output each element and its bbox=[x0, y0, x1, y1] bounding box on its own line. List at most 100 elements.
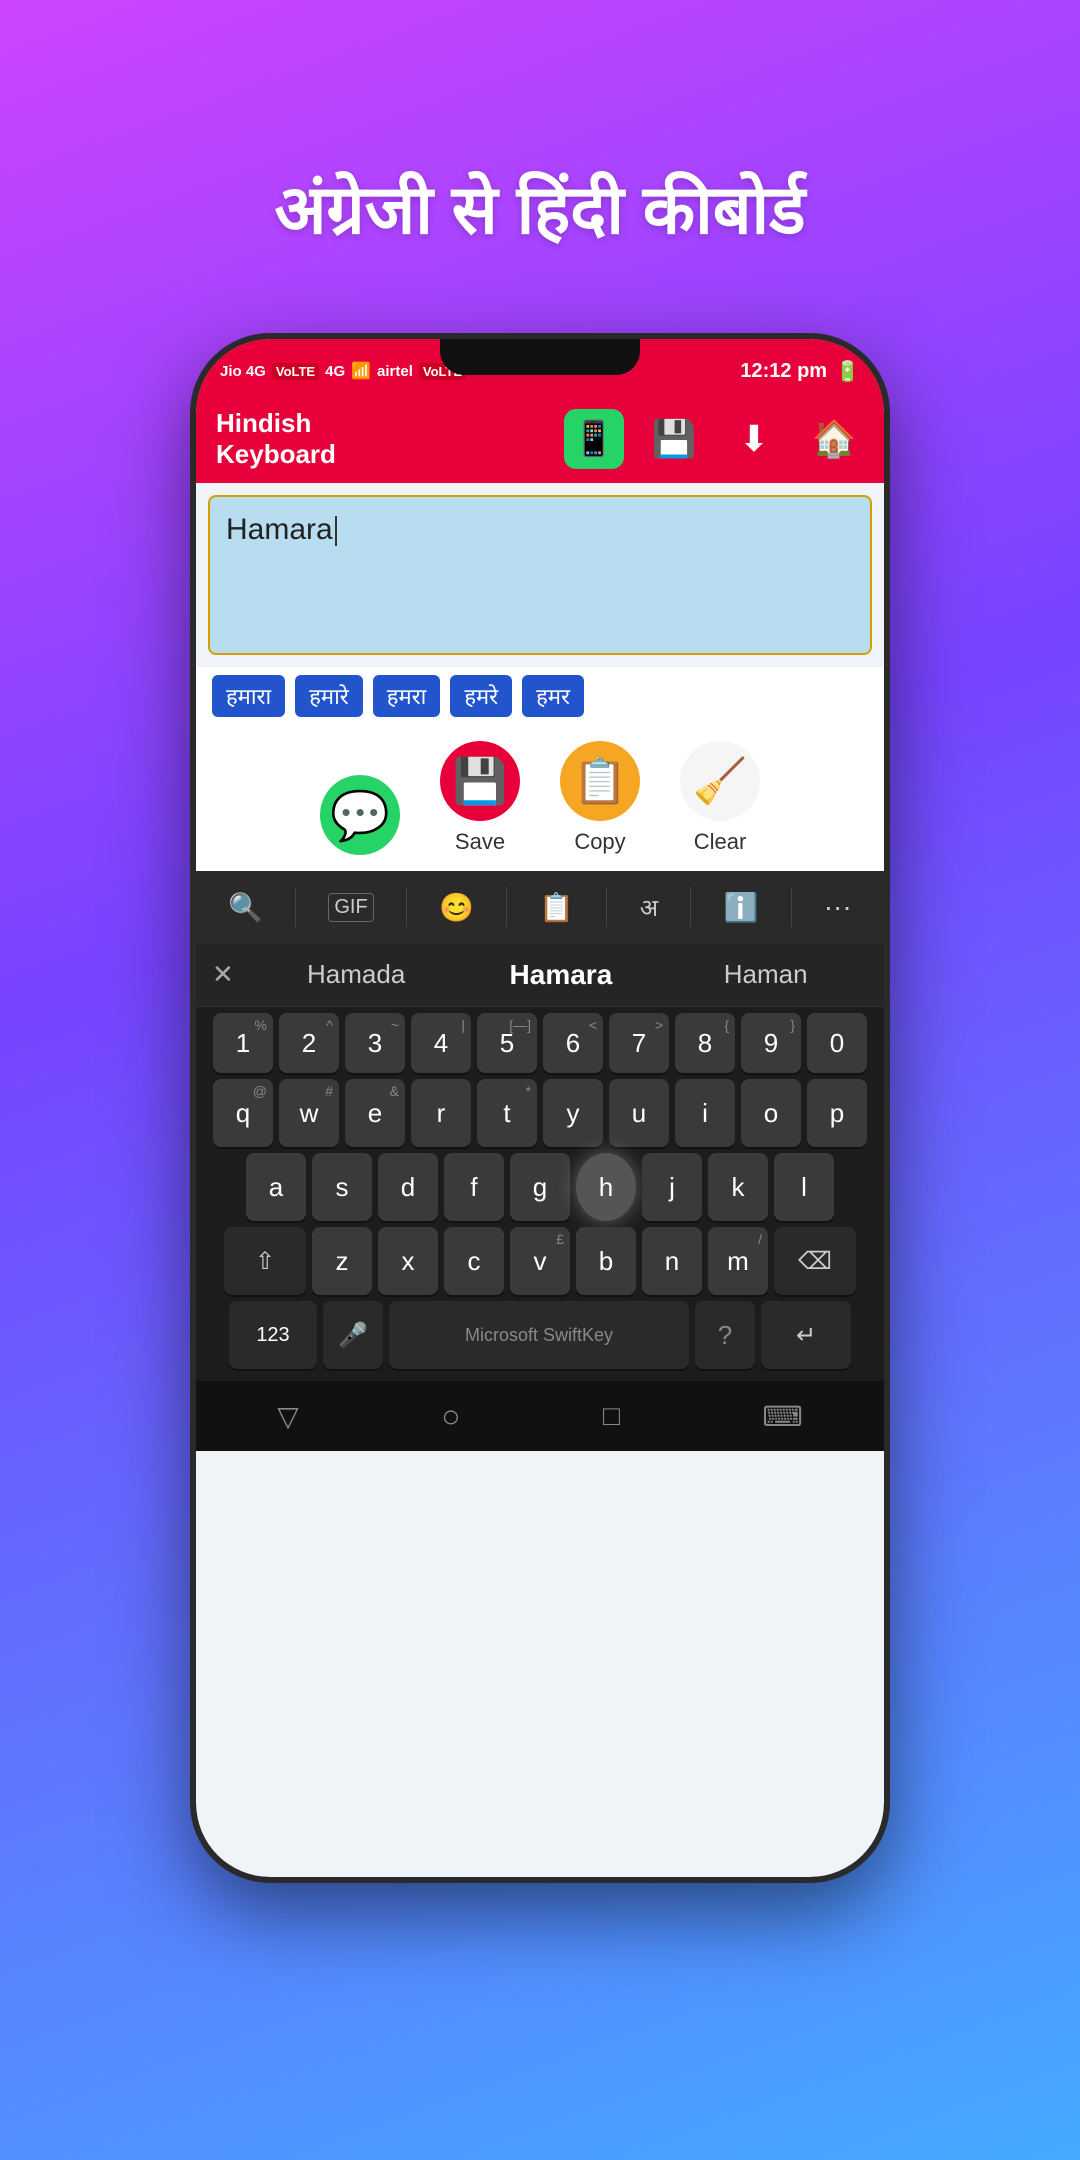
key-9[interactable]: }9 bbox=[741, 1013, 801, 1073]
key-2[interactable]: ^2 bbox=[279, 1013, 339, 1073]
suggestions-bar: हमारा हमारे हमरा हमरे हमर bbox=[196, 667, 884, 725]
key-u[interactable]: u bbox=[609, 1079, 669, 1147]
key-q[interactable]: @q bbox=[213, 1079, 273, 1147]
toolbar-search-icon[interactable]: 🔍 bbox=[228, 891, 263, 924]
suggestion-1[interactable]: हमारा bbox=[212, 675, 285, 717]
save-header-btn[interactable]: 💾 bbox=[644, 409, 704, 469]
z-row: ⇧ z x c £v b n /m ⌫ bbox=[200, 1227, 880, 1295]
copy-label: Copy bbox=[574, 829, 625, 855]
suggestion-4[interactable]: हमरे bbox=[450, 675, 512, 717]
key-0[interactable]: 0 bbox=[807, 1013, 867, 1073]
key-1[interactable]: %1 bbox=[213, 1013, 273, 1073]
key-g[interactable]: g bbox=[510, 1153, 570, 1221]
action-area: 💬 💾 Save 📋 Copy 🧹 Clear bbox=[196, 725, 884, 871]
carrier2: 4G bbox=[325, 363, 345, 380]
keyboard-rows: %1 ^2 ~3 |4 [—]5 <6 >7 {8 }9 0 @q #w &e … bbox=[196, 1007, 884, 1381]
status-time: 12:12 pm bbox=[740, 360, 827, 383]
toolbar-hindi-icon[interactable]: अ bbox=[640, 891, 658, 924]
key-v[interactable]: £v bbox=[510, 1227, 570, 1295]
key-h[interactable]: h bbox=[576, 1153, 636, 1221]
key-w[interactable]: #w bbox=[279, 1079, 339, 1147]
whatsapp-icon-btn[interactable]: 📱 bbox=[564, 409, 624, 469]
key-x[interactable]: x bbox=[378, 1227, 438, 1295]
phone-screen: Jio 4G VoLTE 4G 📶 airtel VoLTE 12:12 pm … bbox=[196, 339, 884, 1877]
phone-frame: Jio 4G VoLTE 4G 📶 airtel VoLTE 12:12 pm … bbox=[190, 333, 890, 1883]
num-row: %1 ^2 ~3 |4 [—]5 <6 >7 {8 }9 0 bbox=[200, 1013, 880, 1073]
key-5[interactable]: [—]5 bbox=[477, 1013, 537, 1073]
copy-action-btn[interactable]: 📋 Copy bbox=[560, 741, 640, 855]
app-header: Hindish Keyboard 📱 💾 ⬇ 🏠 bbox=[196, 395, 884, 483]
key-e[interactable]: &e bbox=[345, 1079, 405, 1147]
autocomplete-row: ✕ Hamada Hamara Haman bbox=[196, 943, 884, 1007]
a-row: a s d f g h j k l bbox=[200, 1153, 880, 1221]
key-6[interactable]: <6 bbox=[543, 1013, 603, 1073]
nav-keyboard[interactable]: ⌨ bbox=[762, 1400, 802, 1433]
key-123[interactable]: 123 bbox=[229, 1301, 317, 1369]
key-t[interactable]: *t bbox=[477, 1079, 537, 1147]
nav-home[interactable]: ○ bbox=[441, 1398, 460, 1435]
key-b[interactable]: b bbox=[576, 1227, 636, 1295]
key-3[interactable]: ~3 bbox=[345, 1013, 405, 1073]
keyboard-toolbar: 🔍 GIF 😊 📋 अ ℹ️ ··· bbox=[196, 871, 884, 943]
key-n[interactable]: n bbox=[642, 1227, 702, 1295]
nav-recents[interactable]: □ bbox=[603, 1400, 620, 1432]
suggestion-5[interactable]: हमर bbox=[522, 675, 584, 717]
key-y[interactable]: y bbox=[543, 1079, 603, 1147]
carrier1-badge: VoLTE bbox=[272, 363, 319, 380]
key-4[interactable]: |4 bbox=[411, 1013, 471, 1073]
save-action-btn[interactable]: 💾 Save bbox=[440, 741, 520, 855]
text-area-container: Hamara bbox=[208, 495, 872, 655]
clear-action-btn[interactable]: 🧹 Clear bbox=[680, 741, 760, 855]
key-7[interactable]: >7 bbox=[609, 1013, 669, 1073]
suggestion-3[interactable]: हमरा bbox=[373, 675, 441, 717]
clear-label: Clear bbox=[694, 829, 747, 855]
battery-icon: 🔋 bbox=[835, 359, 860, 384]
signal-bars: 📶 bbox=[351, 361, 371, 381]
whatsapp-action-btn[interactable]: 💬 bbox=[320, 775, 400, 855]
autocomplete-word3[interactable]: Haman bbox=[663, 959, 868, 990]
toolbar-info-icon[interactable]: ℹ️ bbox=[723, 891, 758, 924]
key-f[interactable]: f bbox=[444, 1153, 504, 1221]
toolbar-emoji-icon[interactable]: 😊 bbox=[439, 891, 474, 924]
autocomplete-close[interactable]: ✕ bbox=[212, 959, 234, 990]
key-d[interactable]: d bbox=[378, 1153, 438, 1221]
key-s[interactable]: s bbox=[312, 1153, 372, 1221]
save-label: Save bbox=[455, 829, 505, 855]
key-c[interactable]: c bbox=[444, 1227, 504, 1295]
key-shift[interactable]: ⇧ bbox=[224, 1227, 306, 1295]
key-p[interactable]: p bbox=[807, 1079, 867, 1147]
text-area-content[interactable]: Hamara bbox=[226, 513, 854, 547]
key-period[interactable]: ? bbox=[695, 1301, 755, 1369]
key-mic[interactable]: 🎤 bbox=[323, 1301, 383, 1369]
autocomplete-word2[interactable]: Hamara bbox=[459, 959, 664, 991]
app-title: Hindish Keyboard bbox=[216, 408, 544, 470]
key-8[interactable]: {8 bbox=[675, 1013, 735, 1073]
key-m[interactable]: /m bbox=[708, 1227, 768, 1295]
home-header-btn[interactable]: 🏠 bbox=[804, 409, 864, 469]
key-enter[interactable]: ↵ bbox=[761, 1301, 851, 1369]
nav-back[interactable]: ▽ bbox=[277, 1400, 299, 1433]
key-space[interactable]: Microsoft SwiftKey bbox=[389, 1301, 689, 1369]
toolbar-clipboard-icon[interactable]: 📋 bbox=[539, 891, 574, 924]
key-l[interactable]: l bbox=[774, 1153, 834, 1221]
key-a[interactable]: a bbox=[246, 1153, 306, 1221]
key-i[interactable]: i bbox=[675, 1079, 735, 1147]
download-header-btn[interactable]: ⬇ bbox=[724, 409, 784, 469]
toolbar-gif-icon[interactable]: GIF bbox=[328, 893, 373, 922]
header-text: अंग्रेजी से हिंदी कीबोर्ड bbox=[274, 160, 805, 253]
carrier3: airtel bbox=[377, 363, 413, 380]
q-row: @q #w &e r *t y u i o p bbox=[200, 1079, 880, 1147]
key-r[interactable]: r bbox=[411, 1079, 471, 1147]
carrier1: Jio 4G bbox=[220, 363, 266, 380]
bottom-row: 123 🎤 Microsoft SwiftKey ? ↵ bbox=[200, 1301, 880, 1369]
key-o[interactable]: o bbox=[741, 1079, 801, 1147]
key-z[interactable]: z bbox=[312, 1227, 372, 1295]
toolbar-more-icon[interactable]: ··· bbox=[824, 891, 852, 923]
key-backspace[interactable]: ⌫ bbox=[774, 1227, 856, 1295]
suggestion-2[interactable]: हमारे bbox=[295, 675, 363, 717]
keyboard-container: 🔍 GIF 😊 📋 अ ℹ️ ··· ✕ Hamada Hamara Haman bbox=[196, 871, 884, 1381]
key-k[interactable]: k bbox=[708, 1153, 768, 1221]
autocomplete-word1[interactable]: Hamada bbox=[254, 959, 459, 990]
bottom-nav: ▽ ○ □ ⌨ bbox=[196, 1381, 884, 1451]
key-j[interactable]: j bbox=[642, 1153, 702, 1221]
